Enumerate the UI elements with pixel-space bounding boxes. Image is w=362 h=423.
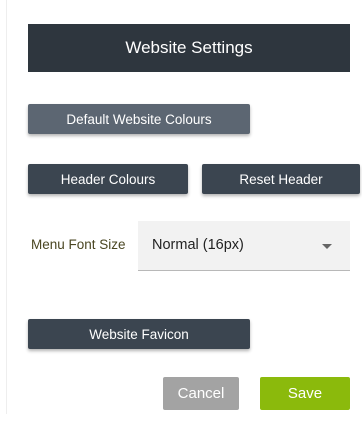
menu-font-size-select[interactable]: Normal (16px)	[138, 221, 350, 271]
panel-title: Website Settings	[125, 38, 253, 57]
dropdown-caret-icon	[322, 244, 332, 249]
default-website-colours-button[interactable]: Default Website Colours	[28, 104, 250, 134]
menu-font-size-label: Menu Font Size	[31, 237, 126, 252]
header-colours-button[interactable]: Header Colours	[28, 164, 188, 194]
cancel-button[interactable]: Cancel	[163, 377, 239, 410]
reset-header-button[interactable]: Reset Header	[202, 164, 360, 194]
website-settings-panel: Website Settings Default Website Colours…	[0, 0, 362, 423]
panel-divider	[6, 0, 7, 414]
save-button[interactable]: Save	[260, 377, 350, 410]
menu-font-size-value: Normal (16px)	[152, 237, 244, 253]
website-favicon-button[interactable]: Website Favicon	[28, 319, 250, 349]
panel-header: Website Settings	[28, 24, 350, 72]
